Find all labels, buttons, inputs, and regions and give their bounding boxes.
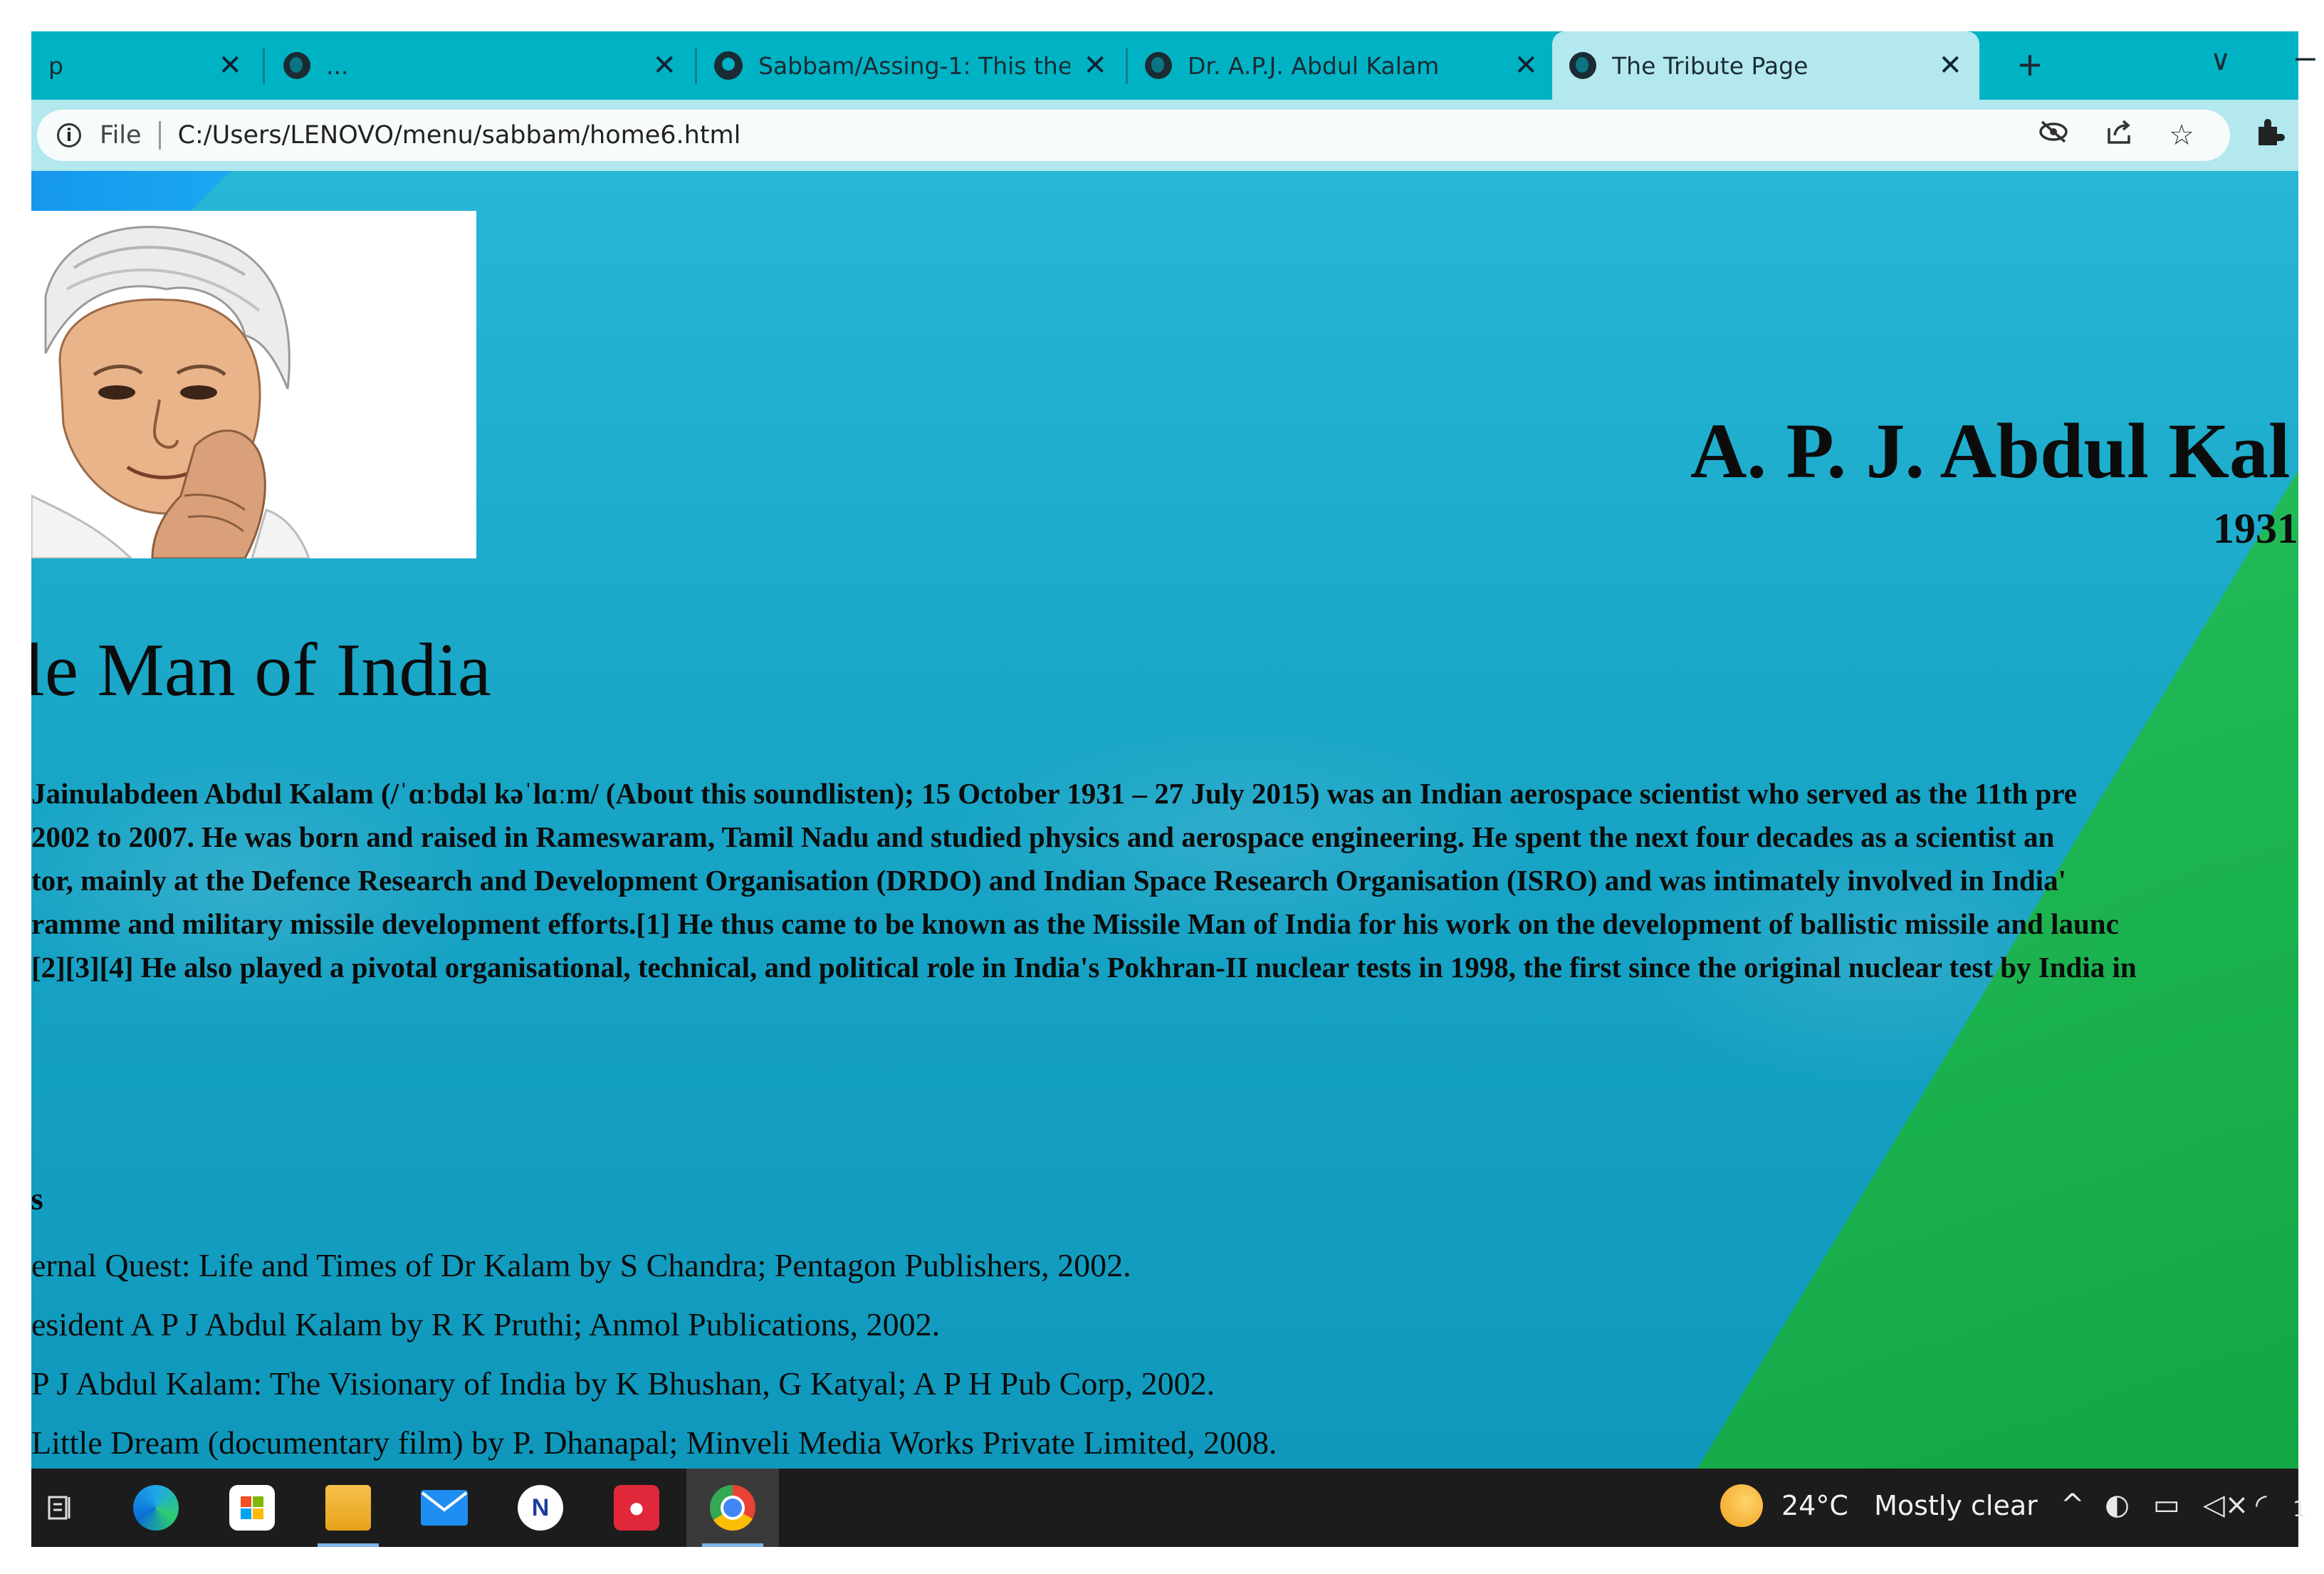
bio-line: ramme and military missile development e… (31, 907, 2119, 940)
camera-app-icon[interactable]: ● (590, 1469, 683, 1547)
clock[interactable]: 1 (2293, 1497, 2306, 1522)
bio-line: tor, mainly at the Defence Research and … (31, 864, 2066, 897)
tab-title: ... (326, 51, 349, 80)
kalam-portrait-image (31, 211, 476, 558)
share-icon[interactable] (2105, 118, 2133, 152)
app-icon[interactable]: N (494, 1469, 587, 1547)
browser-toolbar: i File C:/Users/LENOVO/menu/sabbam/home6… (31, 100, 2298, 171)
scheme-label: File (100, 121, 142, 150)
url-text[interactable]: C:/Users/LENOVO/menu/sabbam/home6.html (178, 121, 2038, 150)
tribute-page: A. P. J. Abdul Kal 1931 ile Man of India… (31, 171, 2298, 1469)
tab-search-icon[interactable]: ∨ (2210, 44, 2231, 77)
tab-title: p (48, 51, 63, 80)
task-view-icon[interactable] (31, 1469, 88, 1547)
globe-icon (283, 52, 310, 79)
tab-title: The Tribute Page (1612, 51, 1809, 80)
battery-icon[interactable]: ▭ (2153, 1489, 2180, 1521)
weather-widget[interactable]: 24°C Mostly clear (1781, 1490, 2038, 1521)
chevron-up-icon[interactable]: ^ (2061, 1489, 2085, 1521)
edge-icon[interactable] (110, 1469, 202, 1547)
star-icon[interactable]: ☆ (2169, 119, 2194, 152)
page-heading-name: A. P. J. Abdul Kal (1690, 407, 2291, 494)
meet-now-icon[interactable]: ◐ (2105, 1489, 2130, 1521)
close-icon[interactable]: ✕ (1938, 49, 1962, 82)
github-icon (714, 51, 743, 80)
globe-icon (1145, 52, 1172, 79)
mail-icon[interactable] (398, 1469, 491, 1547)
tab-tribute-page[interactable]: The Tribute Page ✕ (1552, 31, 1979, 100)
tab-2[interactable]: ... ✕ (266, 31, 693, 100)
tab-title: Sabbam/Assing-1: This the p (758, 51, 1071, 80)
divider (158, 121, 161, 150)
years-subheading: 1931 (2213, 505, 2298, 552)
tab-1[interactable]: p ✕ (31, 31, 259, 100)
weather-icon[interactable] (1720, 1484, 1763, 1527)
bio-line: 2002 to 2007. He was born and raised in … (31, 820, 2055, 853)
wifi-icon[interactable]: ◜ (2256, 1489, 2267, 1521)
tab-title: Dr. A.P.J. Abdul Kalam (1188, 51, 1440, 80)
chrome-icon[interactable] (686, 1469, 779, 1547)
tab-strip: p ✕ ... ✕ Sabbam/Assing-1: This the p ✕ … (31, 31, 2315, 100)
reference-item: ernal Quest: Life and Times of Dr Kalam … (31, 1247, 1131, 1283)
tab-3[interactable]: Sabbam/Assing-1: This the p ✕ (697, 31, 1124, 100)
eye-off-icon[interactable] (2038, 119, 2069, 152)
bio-line: [2][3][4] He also played a pivotal organ… (31, 951, 2137, 984)
reference-item: P J Abdul Kalam: The Visionary of India … (31, 1365, 1215, 1402)
biography-paragraph: Jainulabdeen Abdul Kalam (/ˈɑːbdəl kəˈlɑ… (31, 776, 2298, 994)
speaker-muted-icon[interactable]: ◁× (2203, 1489, 2249, 1521)
temperature: 24°C (1781, 1490, 1848, 1521)
tab-divider (263, 48, 265, 84)
weather-condition: Mostly clear (1874, 1490, 2038, 1521)
address-bar[interactable]: i File C:/Users/LENOVO/menu/sabbam/home6… (37, 110, 2230, 161)
store-icon[interactable] (206, 1469, 298, 1547)
reference-item: esident A P J Abdul Kalam by R K Pruthi;… (31, 1306, 941, 1343)
references-heading: es (31, 1182, 43, 1216)
top-strip (31, 171, 231, 211)
close-icon[interactable]: ✕ (652, 49, 676, 82)
close-icon[interactable]: ✕ (218, 49, 242, 82)
info-icon[interactable]: i (57, 123, 81, 147)
file-explorer-icon[interactable] (302, 1469, 394, 1547)
extensions-icon[interactable] (2253, 115, 2286, 156)
close-icon[interactable]: ✕ (1083, 49, 1107, 82)
windows-taskbar: N ● 24°C Mostly clear ^ ◐ ▭ ◁× ◜ 1 (31, 1469, 2306, 1547)
tab-4[interactable]: Dr. A.P.J. Abdul Kalam ✕ (1128, 31, 1555, 100)
globe-icon (1569, 52, 1596, 79)
bio-line: Jainulabdeen Abdul Kalam (/ˈɑːbdəl kəˈlɑ… (31, 777, 2077, 810)
reference-item: Little Dream (documentary film) by P. Dh… (31, 1424, 1277, 1461)
references-list: ernal Quest: Life and Times of Dr Kalam … (31, 1246, 1277, 1469)
close-icon[interactable]: ✕ (1514, 49, 1538, 82)
minimize-button[interactable]: – (2296, 36, 2315, 77)
missile-man-heading: ile Man of India (31, 628, 491, 712)
new-tab-button[interactable]: + (2018, 41, 2042, 89)
